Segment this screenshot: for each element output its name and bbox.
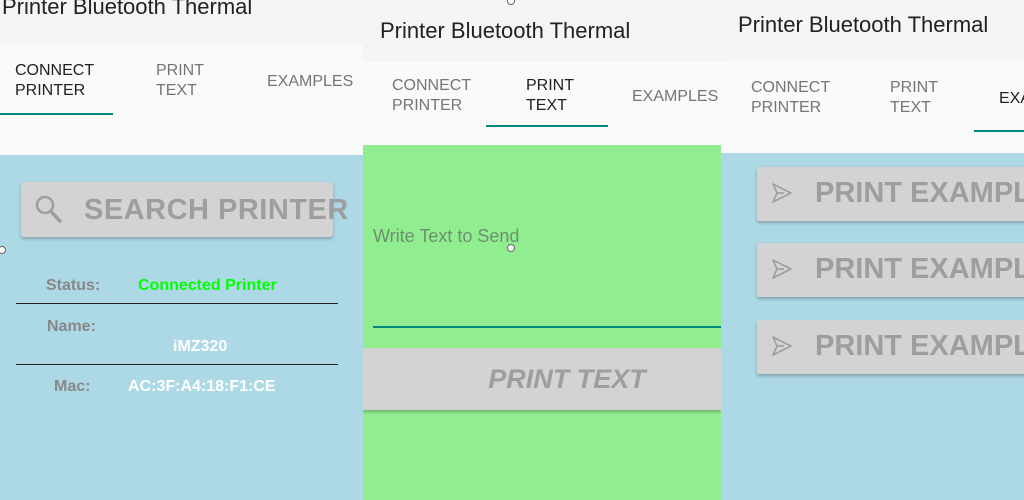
tab-bar: CONNECT PRINTER PRINT TEXT EXAMPLES xyxy=(0,44,363,155)
name-label: Name: xyxy=(47,318,96,335)
tab-print-text[interactable]: PRINT TEXT xyxy=(890,78,938,118)
print-text-label: PRINT TEXT xyxy=(488,364,646,394)
tab-print-text[interactable]: PRINT TEXT xyxy=(526,76,574,116)
send-icon xyxy=(772,183,792,203)
tab-indicator xyxy=(486,125,608,127)
print-example-label: PRINT EXAMPLE 3 xyxy=(815,330,1024,362)
app-title: Printer Bluetooth Thermal xyxy=(380,18,631,43)
print-example-label: PRINT EXAMPLE 2 xyxy=(815,253,1024,285)
print-example-2-button[interactable]: PRINT EXAMPLE 2 xyxy=(757,243,1024,297)
app-bar: Printer Bluetooth Thermal xyxy=(721,0,1024,61)
tab-examples[interactable]: EXAMPLES xyxy=(632,87,718,107)
send-icon xyxy=(772,336,792,356)
print-example-1-button[interactable]: PRINT EXAMPLE 1 xyxy=(757,167,1024,221)
tab-connect-printer[interactable]: CONNECT PRINTER xyxy=(15,61,94,101)
tab-examples[interactable]: EXAMPLES xyxy=(267,72,353,92)
tab-indicator xyxy=(0,113,113,115)
tab-bar: CONNECT PRINTER PRINT TEXT EXAMPLES xyxy=(363,62,721,145)
mac-value: AC:3F:A4:18:F1:CE xyxy=(128,378,276,395)
mac-label: Mac: xyxy=(54,378,91,395)
status-value: Connected Printer xyxy=(138,277,277,294)
tab-connect-printer[interactable]: CONNECT PRINTER xyxy=(392,76,471,116)
examples-screen: Printer Bluetooth Thermal CONNECT PRINTE… xyxy=(721,0,1024,500)
tab-connect-printer[interactable]: CONNECT PRINTER xyxy=(751,78,830,118)
text-to-send-input[interactable] xyxy=(373,216,721,328)
tab-indicator xyxy=(974,130,1024,132)
app-bar: Printer Bluetooth Thermal xyxy=(363,0,721,62)
print-example-label: PRINT EXAMPLE 1 xyxy=(815,177,1024,209)
tab-bar: CONNECT PRINTER PRINT TEXT EXA xyxy=(721,61,1024,153)
search-icon xyxy=(35,195,62,223)
app-bar: Printer Bluetooth Thermal xyxy=(0,0,363,44)
tab-examples[interactable]: EXA xyxy=(999,89,1024,109)
print-text-button[interactable]: PRINT TEXT xyxy=(363,348,721,410)
print-example-3-button[interactable]: PRINT EXAMPLE 3 xyxy=(757,320,1024,374)
app-title: Printer Bluetooth Thermal xyxy=(738,12,989,37)
handle-dot xyxy=(507,244,515,252)
app-title: Printer Bluetooth Thermal xyxy=(2,0,253,19)
search-printer-label: SEARCH PRINTER xyxy=(84,194,349,226)
tab-print-text[interactable]: PRINT TEXT xyxy=(156,61,204,101)
name-value: iMZ320 xyxy=(173,338,228,355)
divider xyxy=(16,364,338,365)
search-printer-button[interactable]: SEARCH PRINTER xyxy=(21,182,348,237)
print-text-screen: Printer Bluetooth Thermal CONNECT PRINTE… xyxy=(363,0,721,500)
send-icon xyxy=(772,259,792,279)
connect-printer-screen: Printer Bluetooth Thermal CONNECT PRINTE… xyxy=(0,0,363,500)
divider xyxy=(16,303,338,304)
status-label: Status: xyxy=(46,277,101,294)
